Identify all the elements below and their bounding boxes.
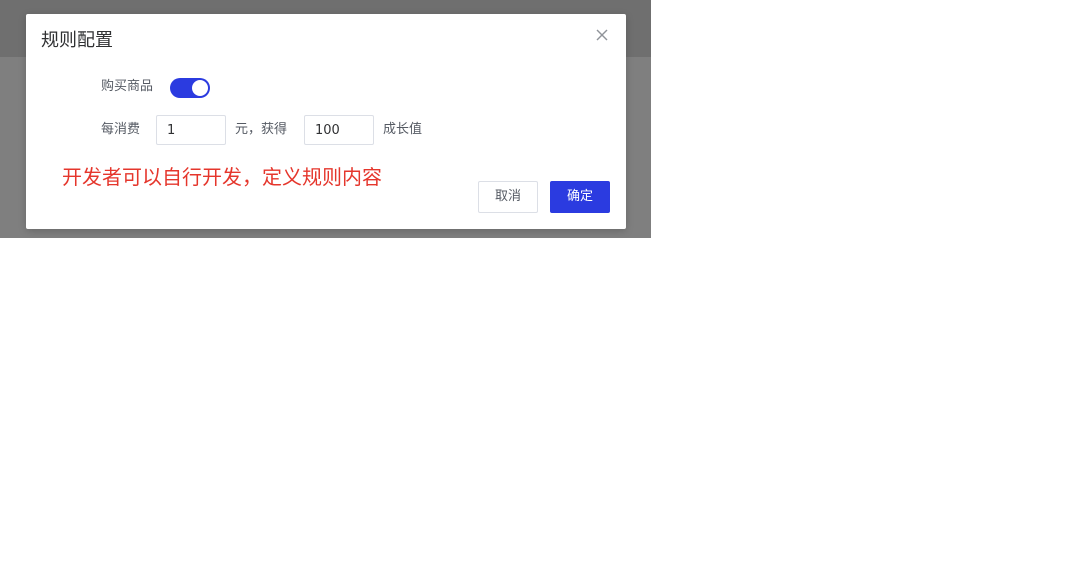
cancel-button[interactable]: 取消	[478, 181, 538, 213]
developer-note: 开发者可以自行开发，定义规则内容	[62, 165, 382, 189]
growth-value-input[interactable]	[304, 115, 374, 145]
toggle-knob	[192, 80, 208, 96]
growth-suffix-label: 成长值	[383, 122, 423, 137]
spend-amount-input[interactable]	[156, 115, 226, 145]
dialog-title: 规则配置	[41, 30, 113, 51]
purchase-toggle[interactable]	[170, 78, 210, 98]
close-icon[interactable]	[593, 26, 611, 44]
spend-unit-label: 元，获得	[235, 122, 288, 137]
rule-config-dialog: 规则配置 购买商品 每消费 元，获得 成长值 开发者可以自行开发，定义规则内容 …	[26, 14, 626, 229]
purchase-label: 购买商品	[101, 79, 154, 94]
spend-prefix-label: 每消费	[101, 122, 141, 137]
confirm-button[interactable]: 确定	[550, 181, 610, 213]
